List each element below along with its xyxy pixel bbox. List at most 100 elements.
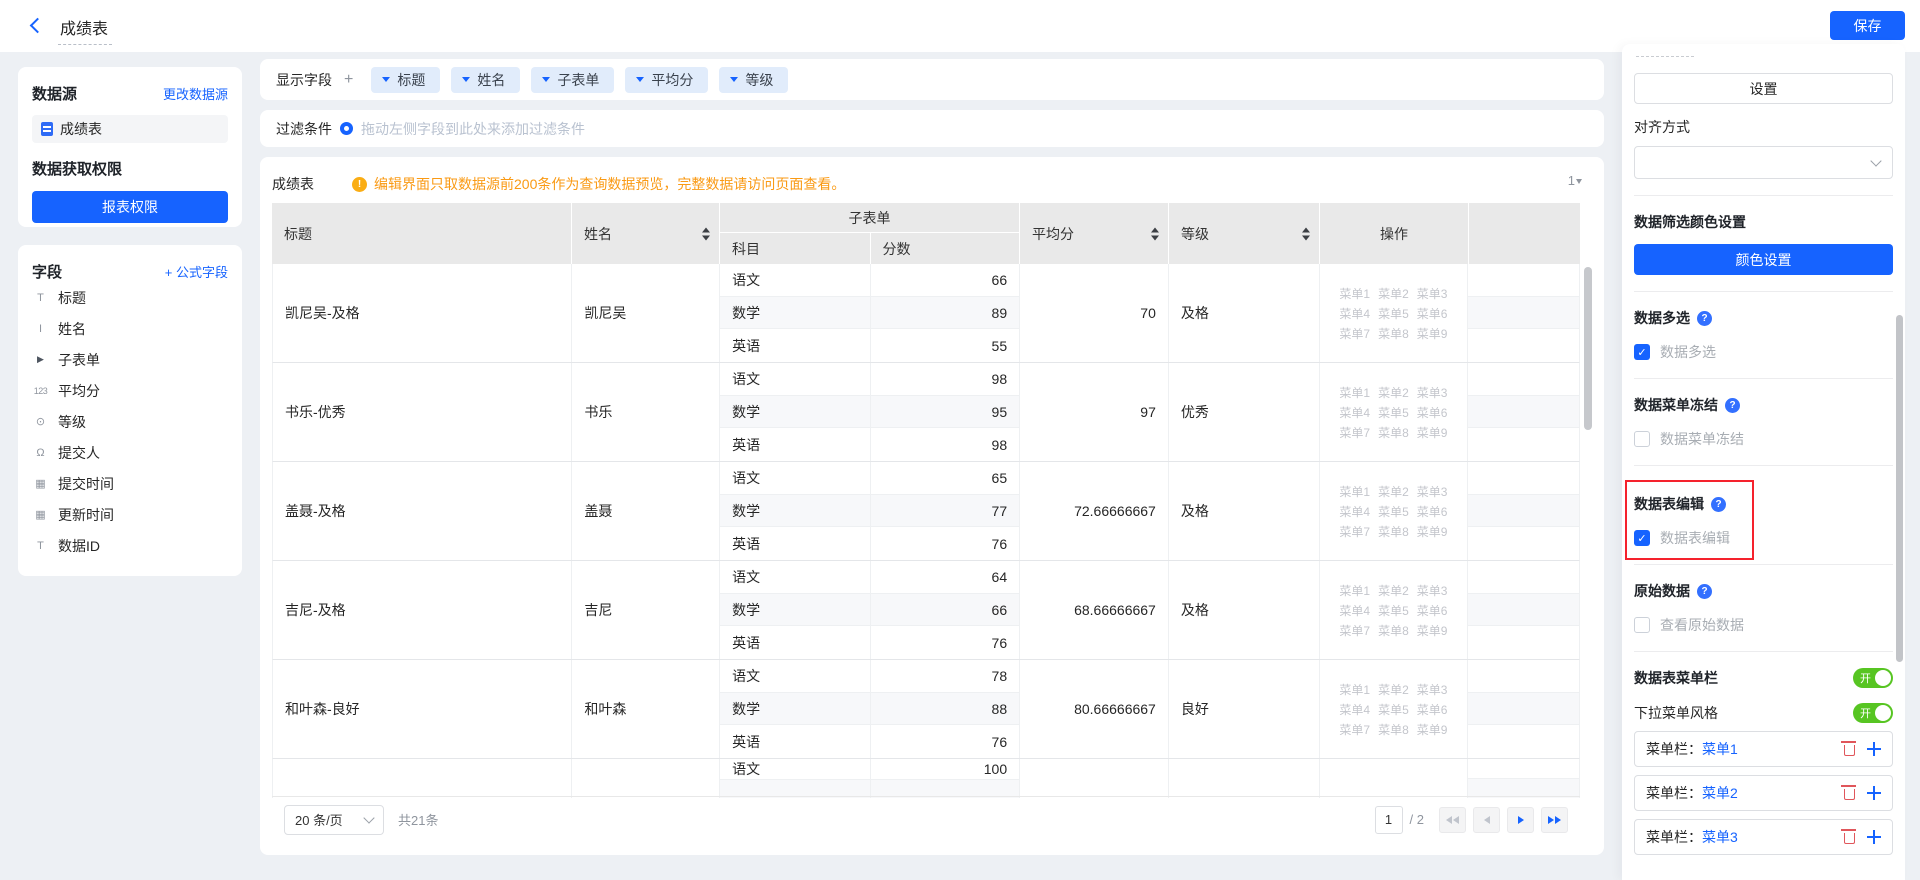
checkbox-unchecked[interactable]: [1634, 431, 1650, 447]
move-icon[interactable]: [1867, 742, 1881, 756]
op-menu-link[interactable]: 菜单8: [1378, 523, 1409, 540]
menu-bar-item[interactable]: 菜单栏： 菜单2: [1634, 775, 1893, 811]
op-menu-link[interactable]: 菜单9: [1417, 325, 1448, 342]
op-menu-link[interactable]: 菜单8: [1378, 622, 1409, 639]
op-menu-link[interactable]: 菜单2: [1378, 681, 1409, 698]
op-menu-link[interactable]: 菜单3: [1417, 285, 1448, 302]
op-menu-link[interactable]: 菜单3: [1417, 384, 1448, 401]
gear-icon[interactable]: [340, 122, 353, 135]
cell-grade[interactable]: 及格: [1169, 264, 1320, 362]
op-menu-link[interactable]: 菜单5: [1378, 701, 1409, 718]
op-menu-link[interactable]: 菜单3: [1417, 681, 1448, 698]
cell-score[interactable]: 88: [871, 693, 1020, 725]
dropdown-style-toggle[interactable]: 开: [1853, 703, 1893, 723]
cell-grade[interactable]: 及格: [1169, 462, 1320, 560]
cell-title[interactable]: 吉尼-及格: [273, 561, 572, 659]
chevron-down-icon[interactable]: [542, 77, 550, 82]
add-field-button[interactable]: +: [344, 71, 353, 89]
op-menu-link[interactable]: 菜单5: [1378, 602, 1409, 619]
menu-freeze-checkbox-row[interactable]: 数据菜单冻结: [1634, 429, 1893, 449]
cell-subject[interactable]: 语文: [720, 660, 871, 692]
help-icon[interactable]: ?: [1697, 584, 1712, 599]
cell-subject[interactable]: 英语: [720, 626, 871, 659]
sort-icon[interactable]: [1151, 227, 1159, 240]
help-icon[interactable]: ?: [1711, 497, 1726, 512]
table-scrollbar[interactable]: [1584, 267, 1592, 430]
op-menu-link[interactable]: 菜单5: [1378, 404, 1409, 421]
cell-title[interactable]: [273, 759, 572, 798]
cell-score[interactable]: 98: [871, 428, 1020, 461]
cell-name[interactable]: 盖聂: [572, 462, 720, 560]
cell-title[interactable]: 凯尼吴-及格: [273, 264, 572, 362]
formula-field-link[interactable]: + 公式字段: [165, 262, 228, 281]
back-icon[interactable]: [30, 18, 46, 34]
cell-score[interactable]: 64: [871, 561, 1020, 593]
cell-subject[interactable]: 语文: [720, 363, 871, 395]
cell-average[interactable]: 70: [1020, 264, 1169, 362]
op-menu-link[interactable]: 菜单1: [1339, 582, 1370, 599]
field-tag-grade[interactable]: 等级: [719, 67, 788, 93]
cell-name[interactable]: [572, 759, 720, 798]
save-button[interactable]: 保存: [1830, 11, 1905, 40]
field-item-data-id[interactable]: T数据ID: [32, 530, 228, 561]
op-menu-link[interactable]: 菜单4: [1339, 404, 1370, 421]
op-menu-link[interactable]: 菜单5: [1378, 305, 1409, 322]
field-tag-title[interactable]: 标题: [371, 67, 440, 93]
op-menu-link[interactable]: 菜单1: [1339, 483, 1370, 500]
trash-icon[interactable]: [1844, 833, 1855, 844]
cell-subject[interactable]: 英语: [720, 527, 871, 560]
op-menu-link[interactable]: 菜单8: [1378, 721, 1409, 738]
settings-button[interactable]: 设置: [1634, 73, 1893, 104]
op-menu-link[interactable]: 菜单1: [1339, 681, 1370, 698]
field-item-average[interactable]: 123平均分: [32, 375, 228, 406]
cell-average[interactable]: 72.66666667: [1020, 462, 1169, 560]
chevron-down-icon[interactable]: [382, 77, 390, 82]
datasource-item[interactable]: 成绩表: [32, 115, 228, 143]
cell-grade[interactable]: 优秀: [1169, 363, 1320, 461]
op-menu-link[interactable]: 菜单9: [1417, 622, 1448, 639]
cell-subject[interactable]: 语文: [720, 561, 871, 593]
field-item-title[interactable]: T标题: [32, 282, 228, 313]
cell-subject[interactable]: 数学: [720, 297, 871, 329]
cell-average[interactable]: 80.66666667: [1020, 660, 1169, 758]
op-menu-link[interactable]: 菜单6: [1417, 305, 1448, 322]
move-icon[interactable]: [1867, 786, 1881, 800]
op-menu-link[interactable]: 菜单2: [1378, 582, 1409, 599]
op-menu-link[interactable]: 菜单7: [1339, 424, 1370, 441]
op-menu-link[interactable]: 菜单4: [1339, 602, 1370, 619]
op-menu-link[interactable]: 菜单3: [1417, 483, 1448, 500]
cell-grade[interactable]: 良好: [1169, 660, 1320, 758]
cell-subject[interactable]: 数学: [720, 396, 871, 428]
op-menu-link[interactable]: 菜单3: [1417, 582, 1448, 599]
next-page-button[interactable]: [1507, 807, 1534, 833]
op-menu-link[interactable]: 菜单2: [1378, 483, 1409, 500]
page-number-input[interactable]: 1: [1375, 806, 1403, 834]
op-menu-link[interactable]: 菜单4: [1339, 701, 1370, 718]
raw-data-checkbox-row[interactable]: 查看原始数据: [1634, 615, 1893, 635]
menu-bar-toggle[interactable]: 开: [1853, 668, 1893, 688]
move-icon[interactable]: [1867, 830, 1881, 844]
op-menu-link[interactable]: 菜单1: [1339, 285, 1370, 302]
chevron-down-icon[interactable]: [462, 77, 470, 82]
cell-score[interactable]: 55: [871, 329, 1020, 362]
trash-icon[interactable]: [1844, 745, 1855, 756]
op-menu-link[interactable]: 菜单9: [1417, 523, 1448, 540]
op-menu-link[interactable]: 菜单7: [1339, 325, 1370, 342]
op-menu-link[interactable]: 菜单8: [1378, 424, 1409, 441]
chevron-down-icon[interactable]: [636, 77, 644, 82]
cell-name[interactable]: 吉尼: [572, 561, 720, 659]
chevron-down-icon[interactable]: [730, 77, 738, 82]
field-tag-average[interactable]: 平均分: [625, 67, 708, 93]
cell-grade[interactable]: 及格: [1169, 561, 1320, 659]
cell-average[interactable]: 68.66666667: [1020, 561, 1169, 659]
cell-score[interactable]: 76: [871, 725, 1020, 758]
op-menu-link[interactable]: 菜单7: [1339, 721, 1370, 738]
last-page-button[interactable]: [1541, 807, 1568, 833]
cell-average[interactable]: 97: [1020, 363, 1169, 461]
field-item-update-time[interactable]: ▦更新时间: [32, 499, 228, 530]
op-menu-link[interactable]: 菜单7: [1339, 523, 1370, 540]
align-select[interactable]: [1634, 146, 1893, 179]
cell-title[interactable]: 盖聂-及格: [273, 462, 572, 560]
cell-subject[interactable]: 英语: [720, 428, 871, 461]
cell-score[interactable]: 76: [871, 527, 1020, 560]
